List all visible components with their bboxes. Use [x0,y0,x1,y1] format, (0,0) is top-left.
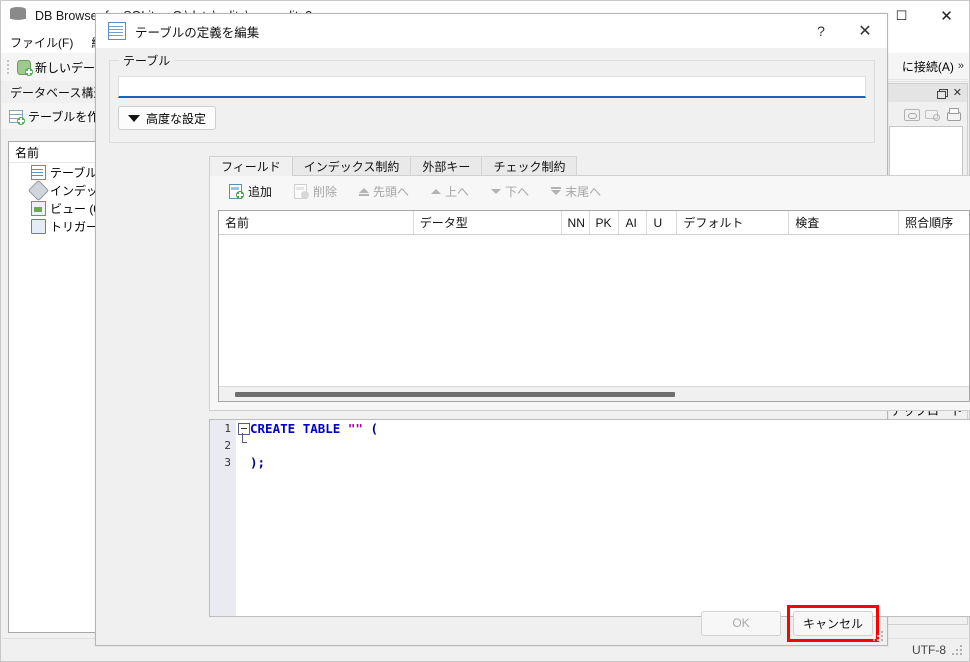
tree-column-name: 名前 [9,142,109,163]
code-line-2 [250,437,970,454]
code-line-3: ); [250,454,970,471]
remove-field-button[interactable]: 削除 [284,180,346,203]
link-icon[interactable] [904,108,919,121]
float-icon[interactable] [937,89,946,98]
dialog-title: テーブルの定義を編集 [135,22,259,41]
move-down-icon [490,186,501,197]
database-icon [10,7,28,25]
table-edit-icon [108,22,126,40]
column-header-nn[interactable]: NN [562,211,590,234]
create-table-label: テーブルを作 [28,108,99,125]
remove-field-label: 削除 [313,183,337,200]
view-icon [31,201,46,216]
line-number: 2 [210,437,236,454]
fields-grid-header: 名前 データ型 NN PK AI U デフォルト 検査 照合順序 [219,211,969,235]
table-icon [31,165,46,180]
move-to-bottom-label: 末尾へ [565,183,601,200]
remote-connect-bar[interactable]: に接続(A) » [884,53,968,80]
encoding-label: UTF-8 [912,643,946,657]
add-field-button[interactable]: 追加 [219,180,281,203]
tab-foreign-keys[interactable]: 外部キー [410,156,482,176]
edit-table-definition-dialog: テーブルの定義を編集 ? ✕ テーブル 高度な設定 フィールド インデックス制約… [95,13,888,646]
chevron-down-icon [128,115,140,122]
move-down-label: 下へ [505,183,529,200]
resize-grip-icon[interactable] [952,645,962,655]
panel-titlebar: ✕ [885,84,967,102]
advanced-settings-button[interactable]: 高度な設定 [118,106,216,130]
trigger-icon [31,219,46,234]
column-header-default[interactable]: デフォルト [677,211,789,234]
table-name-input[interactable] [118,76,866,98]
column-header-u[interactable]: U [647,211,677,234]
cancel-button-highlight: キャンセル [793,611,873,636]
move-to-bottom-icon [550,186,561,197]
close-icon[interactable]: ✕ [953,89,962,98]
dialog-title-buttons: ? ✕ [799,14,887,48]
menu-file[interactable]: ファイル(F) [1,32,82,53]
ok-button[interactable]: OK [701,611,781,636]
line-number: 1 [210,420,236,437]
tab-fields[interactable]: フィールド [209,156,293,176]
column-header-name[interactable]: 名前 [219,211,414,234]
add-field-icon [228,183,244,199]
screen: DB Browser for SQLite - C:\data\sqlite\u… [0,0,970,662]
dialog-titlebar: テーブルの定義を編集 ? ✕ [96,14,887,49]
toolbar-grip[interactable] [4,57,11,77]
new-database-icon [16,59,32,75]
db-icon[interactable] [925,108,940,121]
move-to-bottom-button[interactable]: 末尾へ [541,180,610,203]
help-button[interactable]: ? [799,14,843,48]
line-number-gutter: 1 2 3 [210,420,237,616]
cancel-button[interactable]: キャンセル [793,611,873,636]
move-to-top-label: 先頭へ [373,183,409,200]
index-icon [28,179,49,200]
move-up-label: 上へ [445,183,469,200]
column-header-pk[interactable]: PK [590,211,620,234]
dialog-button-row: OK キャンセル [96,610,887,636]
column-header-check[interactable]: 検査 [789,211,899,234]
add-field-label: 追加 [248,183,272,200]
code-line-1: CREATE TABLE "" ( [250,420,970,437]
fields-grid-hscrollbar[interactable] [219,386,969,401]
tree-item-triggers[interactable]: トリガー ( [9,217,109,235]
fields-tab-pane: 追加 削除 先頭へ 上へ 下へ [209,175,970,411]
fields-grid[interactable]: 名前 データ型 NN PK AI U デフォルト 検査 照合順序 [218,210,970,402]
tree-item-label: テーブル [50,164,97,181]
fields-toolbar: 追加 削除 先頭へ 上へ 下へ [210,176,970,206]
panel-toolbar [885,102,967,126]
move-up-button[interactable]: 上へ [421,180,478,203]
dialog-close-button[interactable]: ✕ [843,14,887,48]
tree-item-tables[interactable]: テーブル [9,163,109,181]
dialog-resize-grip-icon[interactable] [873,631,884,642]
fold-range-line-icon [242,433,243,443]
advanced-settings-label: 高度な設定 [146,110,206,127]
tree-item-views[interactable]: ビュー (0) [9,199,109,217]
create-table-icon [8,108,24,124]
sql-preview-editor[interactable]: 1 2 3 CREATE TABLE "" ( ); [209,419,970,617]
move-to-top-icon [358,186,369,197]
move-to-top-button[interactable]: 先頭へ [349,180,418,203]
print-icon[interactable] [946,108,961,121]
scrollbar-thumb[interactable] [235,392,675,397]
tab-check-constraints[interactable]: チェック制約 [481,156,577,176]
column-header-datatype[interactable]: データ型 [414,211,562,234]
tab-index-constraints[interactable]: インデックス制約 [292,156,412,176]
tree-item-indexes[interactable]: インデック [9,181,109,199]
definition-tabs: フィールド インデックス制約 外部キー チェック制約 [209,157,970,176]
code-folding-column[interactable] [236,420,250,616]
close-button[interactable]: ✕ [924,1,969,31]
column-header-ai[interactable]: AI [619,211,647,234]
table-group-legend: テーブル [119,52,174,69]
move-up-icon [430,186,441,197]
line-number: 3 [210,454,236,471]
remove-field-icon [293,183,309,199]
move-down-button[interactable]: 下へ [481,180,538,203]
table-group-box: テーブル 高度な設定 [109,60,875,143]
sql-code-area[interactable]: CREATE TABLE "" ( ); [250,420,970,616]
fold-collapse-icon[interactable] [238,423,250,435]
toolbar-overflow-icon[interactable]: » [958,60,964,72]
column-header-collation[interactable]: 照合順序 [899,211,969,234]
remote-connect-label: に接続(A) [902,58,954,75]
